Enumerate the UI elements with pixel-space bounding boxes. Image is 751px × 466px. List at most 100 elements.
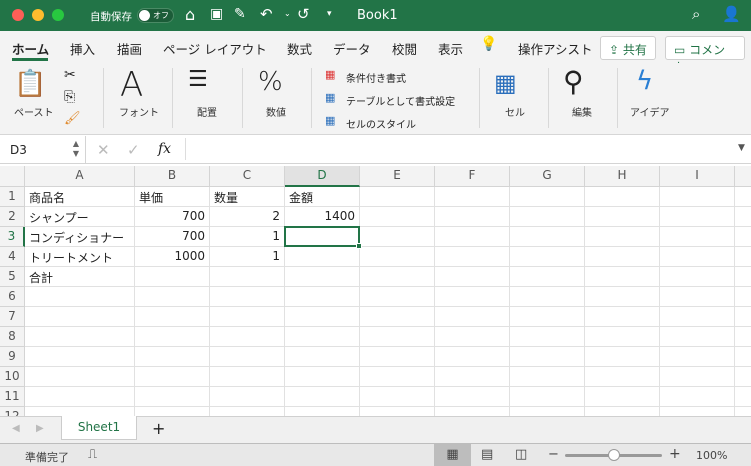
cell-F4[interactable]	[435, 247, 510, 267]
autosave-toggle[interactable]: オフ	[137, 8, 174, 23]
cell-B2[interactable]: 700	[135, 207, 210, 227]
cell-G3[interactable]	[510, 227, 585, 247]
tab-7[interactable]: 表示	[438, 39, 463, 58]
row-header[interactable]: 8	[0, 327, 25, 347]
cell-A8[interactable]	[25, 327, 135, 347]
cell-F10[interactable]	[435, 367, 510, 387]
column-header-I[interactable]: I	[660, 166, 735, 187]
cell-E10[interactable]	[360, 367, 435, 387]
page-break-view-button[interactable]: ◫	[515, 447, 527, 462]
cell-F9[interactable]	[435, 347, 510, 367]
cell-G8[interactable]	[510, 327, 585, 347]
cell-I2[interactable]	[660, 207, 735, 227]
cell-D11[interactable]	[285, 387, 360, 407]
cell-C7[interactable]	[210, 307, 285, 327]
row-header[interactable]: 9	[0, 347, 25, 367]
cell-H11[interactable]	[585, 387, 660, 407]
column-header-B[interactable]: B	[135, 166, 210, 187]
row-header[interactable]: 6	[0, 287, 25, 307]
tab-0[interactable]: ホーム	[12, 39, 49, 58]
cell-A4[interactable]: トリートメント	[25, 247, 135, 267]
cell-C10[interactable]	[210, 367, 285, 387]
cell-A9[interactable]	[25, 347, 135, 367]
cell-G4[interactable]	[510, 247, 585, 267]
undo-icon[interactable]: ↶	[260, 5, 273, 23]
cell-C11[interactable]	[210, 387, 285, 407]
cell-H9[interactable]	[585, 347, 660, 367]
cell-C6[interactable]	[210, 287, 285, 307]
cell-partial[interactable]	[735, 207, 751, 227]
home-icon[interactable]: ⌂	[185, 5, 195, 24]
cell-D4[interactable]	[285, 247, 360, 267]
cell-C8[interactable]	[210, 327, 285, 347]
cell-E1[interactable]	[360, 187, 435, 207]
cell-F3[interactable]	[435, 227, 510, 247]
column-header-D[interactable]: D	[285, 166, 360, 187]
insert-function-button[interactable]: fx	[158, 141, 171, 157]
fill-handle[interactable]	[356, 243, 362, 249]
cell-A11[interactable]	[25, 387, 135, 407]
cell-I7[interactable]	[660, 307, 735, 327]
cell-E9[interactable]	[360, 347, 435, 367]
cell-B3[interactable]: 700	[135, 227, 210, 247]
row-header[interactable]: 3	[0, 227, 25, 247]
percent-icon[interactable]: %	[258, 67, 283, 97]
cell-I9[interactable]	[660, 347, 735, 367]
cell-G10[interactable]	[510, 367, 585, 387]
cut-icon[interactable]: ✂	[64, 67, 76, 83]
paste-button[interactable]: 📋	[14, 69, 46, 99]
row-header[interactable]: 2	[0, 207, 25, 227]
cell-partial[interactable]	[735, 287, 751, 307]
row-header[interactable]: 10	[0, 367, 25, 387]
row-header[interactable]: 11	[0, 387, 25, 407]
cell-A2[interactable]: シャンプー	[25, 207, 135, 227]
select-all-button[interactable]	[0, 166, 25, 187]
cell-G7[interactable]	[510, 307, 585, 327]
cell-F6[interactable]	[435, 287, 510, 307]
cell-G5[interactable]	[510, 267, 585, 287]
tab-4[interactable]: 数式	[287, 39, 312, 58]
tab-2[interactable]: 描画	[117, 39, 142, 58]
cell-B9[interactable]	[135, 347, 210, 367]
cell-G11[interactable]	[510, 387, 585, 407]
cell-E2[interactable]	[360, 207, 435, 227]
maximize-button[interactable]	[52, 9, 64, 21]
column-header-C[interactable]: C	[210, 166, 285, 187]
cell-H10[interactable]	[585, 367, 660, 387]
cell-partial[interactable]	[735, 327, 751, 347]
cell-C4[interactable]: 1	[210, 247, 285, 267]
edit-icon[interactable]: ✎	[234, 6, 246, 22]
row-header[interactable]: 1	[0, 187, 25, 207]
cell-F2[interactable]	[435, 207, 510, 227]
column-header-H[interactable]: H	[585, 166, 660, 187]
table-format-button[interactable]: テーブルとして書式設定	[346, 93, 455, 108]
cell-E5[interactable]	[360, 267, 435, 287]
cell-E7[interactable]	[360, 307, 435, 327]
cells-icon[interactable]: ▦	[494, 69, 517, 97]
column-header-E[interactable]: E	[360, 166, 435, 187]
expand-formula-icon[interactable]: ▼	[738, 143, 745, 153]
tab-5[interactable]: データ	[333, 39, 371, 58]
cell-H2[interactable]	[585, 207, 660, 227]
cancel-icon[interactable]: ✕	[97, 141, 110, 159]
cell-H4[interactable]	[585, 247, 660, 267]
close-button[interactable]	[12, 9, 24, 21]
name-box[interactable]: D3 ▲ ▼	[0, 136, 86, 163]
cell-C1[interactable]: 数量	[210, 187, 285, 207]
cell-F8[interactable]	[435, 327, 510, 347]
row-header[interactable]: 7	[0, 307, 25, 327]
zoom-out-button[interactable]: −	[548, 447, 559, 462]
cell-partial[interactable]	[735, 307, 751, 327]
cell-A10[interactable]	[25, 367, 135, 387]
cell-partial[interactable]	[735, 267, 751, 287]
cell-G6[interactable]	[510, 287, 585, 307]
cell-H3[interactable]	[585, 227, 660, 247]
search-icon[interactable]: ⌕	[692, 5, 700, 23]
cell-A3[interactable]: コンディショナー	[25, 227, 135, 247]
zoom-slider[interactable]	[565, 449, 662, 461]
cell-B11[interactable]	[135, 387, 210, 407]
cell-G9[interactable]	[510, 347, 585, 367]
cell-H7[interactable]	[585, 307, 660, 327]
cell-C5[interactable]	[210, 267, 285, 287]
undo-dropdown-icon[interactable]: ⌄	[284, 9, 291, 18]
